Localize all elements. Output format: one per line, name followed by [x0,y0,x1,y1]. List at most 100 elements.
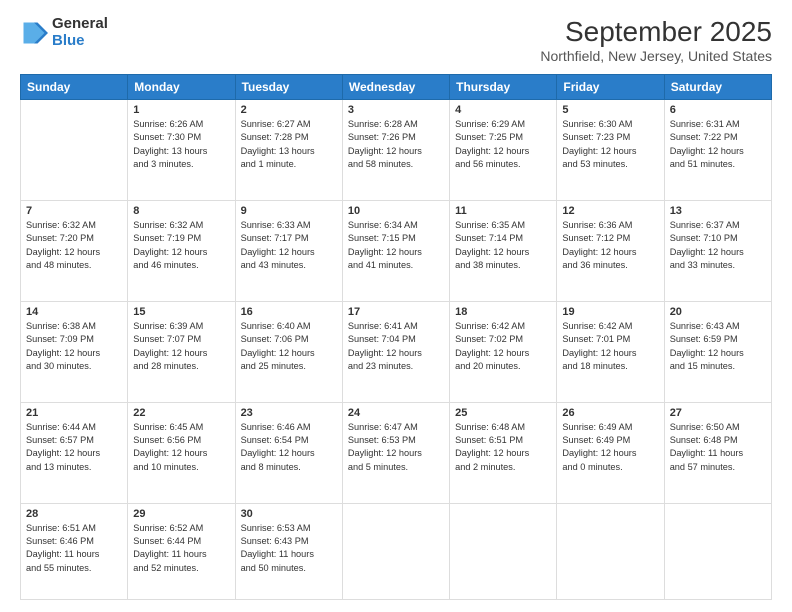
table-row: 12 Sunrise: 6:36 AM Sunset: 7:12 PM Dayli… [557,200,664,301]
table-row: 24Sunrise: 6:47 AM Sunset: 6:53 PM Dayli… [342,402,449,503]
calendar-week-row: 7 Sunrise: 6:32 AM Sunset: 7:20 PM Daylig… [21,200,772,301]
col-friday: Friday [557,75,664,100]
day-info: Sunrise: 6:32 AM Sunset: 7:19 PM Dayligh… [133,219,229,272]
day-info: Sunrise: 6:34 AM Sunset: 7:15 PM Dayligh… [348,219,444,272]
logo-general-text: General [52,16,108,33]
table-row: 11 Sunrise: 6:35 AM Sunset: 7:14 PM Dayli… [450,200,557,301]
day-number: 12 [562,205,658,217]
table-row [342,503,449,599]
table-row [664,503,771,599]
day-info: Sunrise: 6:48 AM Sunset: 6:51 PM Dayligh… [455,421,551,474]
table-row [21,100,128,201]
day-number: 8 [133,205,229,217]
day-number: 30 [241,508,337,520]
table-row: 7 Sunrise: 6:32 AM Sunset: 7:20 PM Daylig… [21,200,128,301]
day-info: Sunrise: 6:29 AM Sunset: 7:25 PM Dayligh… [455,118,551,171]
table-row: 27Sunrise: 6:50 AM Sunset: 6:48 PM Dayli… [664,402,771,503]
table-row: 5 Sunrise: 6:30 AM Sunset: 7:23 PM Daylig… [557,100,664,201]
day-number: 7 [26,205,122,217]
logo-icon [20,19,48,47]
table-row: 14 Sunrise: 6:38 AM Sunset: 7:09 PM Dayli… [21,301,128,402]
day-info: Sunrise: 6:27 AM Sunset: 7:28 PM Dayligh… [241,118,337,171]
day-info: Sunrise: 6:52 AM Sunset: 6:44 PM Dayligh… [133,522,229,575]
day-number: 25 [455,407,551,419]
table-row: 2 Sunrise: 6:27 AM Sunset: 7:28 PM Daylig… [235,100,342,201]
table-row: 17 Sunrise: 6:41 AM Sunset: 7:04 PM Dayli… [342,301,449,402]
day-info: Sunrise: 6:53 AM Sunset: 6:43 PM Dayligh… [241,522,337,575]
day-number: 4 [455,104,551,116]
col-thursday: Thursday [450,75,557,100]
table-row: 3Sunrise: 6:28 AM Sunset: 7:26 PM Daylig… [342,100,449,201]
day-number: 22 [133,407,229,419]
day-info: Sunrise: 6:37 AM Sunset: 7:10 PM Dayligh… [670,219,766,272]
day-number: 2 [241,104,337,116]
col-tuesday: Tuesday [235,75,342,100]
table-row: 10 Sunrise: 6:34 AM Sunset: 7:15 PM Dayli… [342,200,449,301]
day-number: 18 [455,306,551,318]
table-row [557,503,664,599]
table-row: 23Sunrise: 6:46 AM Sunset: 6:54 PM Dayli… [235,402,342,503]
table-row [450,503,557,599]
calendar-week-row: 1 Sunrise: 6:26 AM Sunset: 7:30 PM Daylig… [21,100,772,201]
day-info: Sunrise: 6:36 AM Sunset: 7:12 PM Dayligh… [562,219,658,272]
table-row: 29 Sunrise: 6:52 AM Sunset: 6:44 PM Dayli… [128,503,235,599]
col-saturday: Saturday [664,75,771,100]
header: General Blue September 2025 Northfield, … [20,16,772,64]
day-number: 11 [455,205,551,217]
day-number: 10 [348,205,444,217]
table-row: 8 Sunrise: 6:32 AM Sunset: 7:19 PM Daylig… [128,200,235,301]
day-number: 21 [26,407,122,419]
day-info: Sunrise: 6:45 AM Sunset: 6:56 PM Dayligh… [133,421,229,474]
day-info: Sunrise: 6:31 AM Sunset: 7:22 PM Dayligh… [670,118,766,171]
table-row: 1 Sunrise: 6:26 AM Sunset: 7:30 PM Daylig… [128,100,235,201]
table-row: 19Sunrise: 6:42 AM Sunset: 7:01 PM Dayli… [557,301,664,402]
day-number: 26 [562,407,658,419]
logo: General Blue [20,16,108,49]
calendar-week-row: 28 Sunrise: 6:51 AM Sunset: 6:46 PM Dayli… [21,503,772,599]
table-row: 16 Sunrise: 6:40 AM Sunset: 7:06 PM Dayli… [235,301,342,402]
col-monday: Monday [128,75,235,100]
day-number: 27 [670,407,766,419]
day-info: Sunrise: 6:26 AM Sunset: 7:30 PM Dayligh… [133,118,229,171]
day-number: 24 [348,407,444,419]
title-area: September 2025 Northfield, New Jersey, U… [540,16,772,64]
day-number: 29 [133,508,229,520]
day-info: Sunrise: 6:30 AM Sunset: 7:23 PM Dayligh… [562,118,658,171]
day-number: 23 [241,407,337,419]
day-info: Sunrise: 6:38 AM Sunset: 7:09 PM Dayligh… [26,320,122,373]
day-info: Sunrise: 6:41 AM Sunset: 7:04 PM Dayligh… [348,320,444,373]
col-wednesday: Wednesday [342,75,449,100]
day-number: 16 [241,306,337,318]
col-sunday: Sunday [21,75,128,100]
day-info: Sunrise: 6:43 AM Sunset: 6:59 PM Dayligh… [670,320,766,373]
day-info: Sunrise: 6:32 AM Sunset: 7:20 PM Dayligh… [26,219,122,272]
day-number: 28 [26,508,122,520]
table-row: 15Sunrise: 6:39 AM Sunset: 7:07 PM Dayli… [128,301,235,402]
day-info: Sunrise: 6:35 AM Sunset: 7:14 PM Dayligh… [455,219,551,272]
day-info: Sunrise: 6:39 AM Sunset: 7:07 PM Dayligh… [133,320,229,373]
day-number: 5 [562,104,658,116]
table-row: 28 Sunrise: 6:51 AM Sunset: 6:46 PM Dayli… [21,503,128,599]
day-info: Sunrise: 6:51 AM Sunset: 6:46 PM Dayligh… [26,522,122,575]
table-row: 18 Sunrise: 6:42 AM Sunset: 7:02 PM Dayli… [450,301,557,402]
table-row: 4 Sunrise: 6:29 AM Sunset: 7:25 PM Daylig… [450,100,557,201]
day-info: Sunrise: 6:40 AM Sunset: 7:06 PM Dayligh… [241,320,337,373]
month-title: September 2025 [540,16,772,48]
calendar-week-row: 14 Sunrise: 6:38 AM Sunset: 7:09 PM Dayli… [21,301,772,402]
calendar-week-row: 21 Sunrise: 6:44 AM Sunset: 6:57 PM Dayli… [21,402,772,503]
day-number: 17 [348,306,444,318]
day-info: Sunrise: 6:49 AM Sunset: 6:49 PM Dayligh… [562,421,658,474]
day-info: Sunrise: 6:28 AM Sunset: 7:26 PM Dayligh… [348,118,444,171]
day-number: 14 [26,306,122,318]
table-row: 20Sunrise: 6:43 AM Sunset: 6:59 PM Dayli… [664,301,771,402]
day-number: 9 [241,205,337,217]
day-info: Sunrise: 6:44 AM Sunset: 6:57 PM Dayligh… [26,421,122,474]
day-number: 1 [133,104,229,116]
day-info: Sunrise: 6:42 AM Sunset: 7:02 PM Dayligh… [455,320,551,373]
logo-blue-text: Blue [52,33,108,50]
table-row: 30 Sunrise: 6:53 AM Sunset: 6:43 PM Dayli… [235,503,342,599]
table-row: 26 Sunrise: 6:49 AM Sunset: 6:49 PM Dayli… [557,402,664,503]
calendar-header-row: Sunday Monday Tuesday Wednesday Thursday… [21,75,772,100]
calendar-table: Sunday Monday Tuesday Wednesday Thursday… [20,74,772,600]
day-info: Sunrise: 6:42 AM Sunset: 7:01 PM Dayligh… [562,320,658,373]
